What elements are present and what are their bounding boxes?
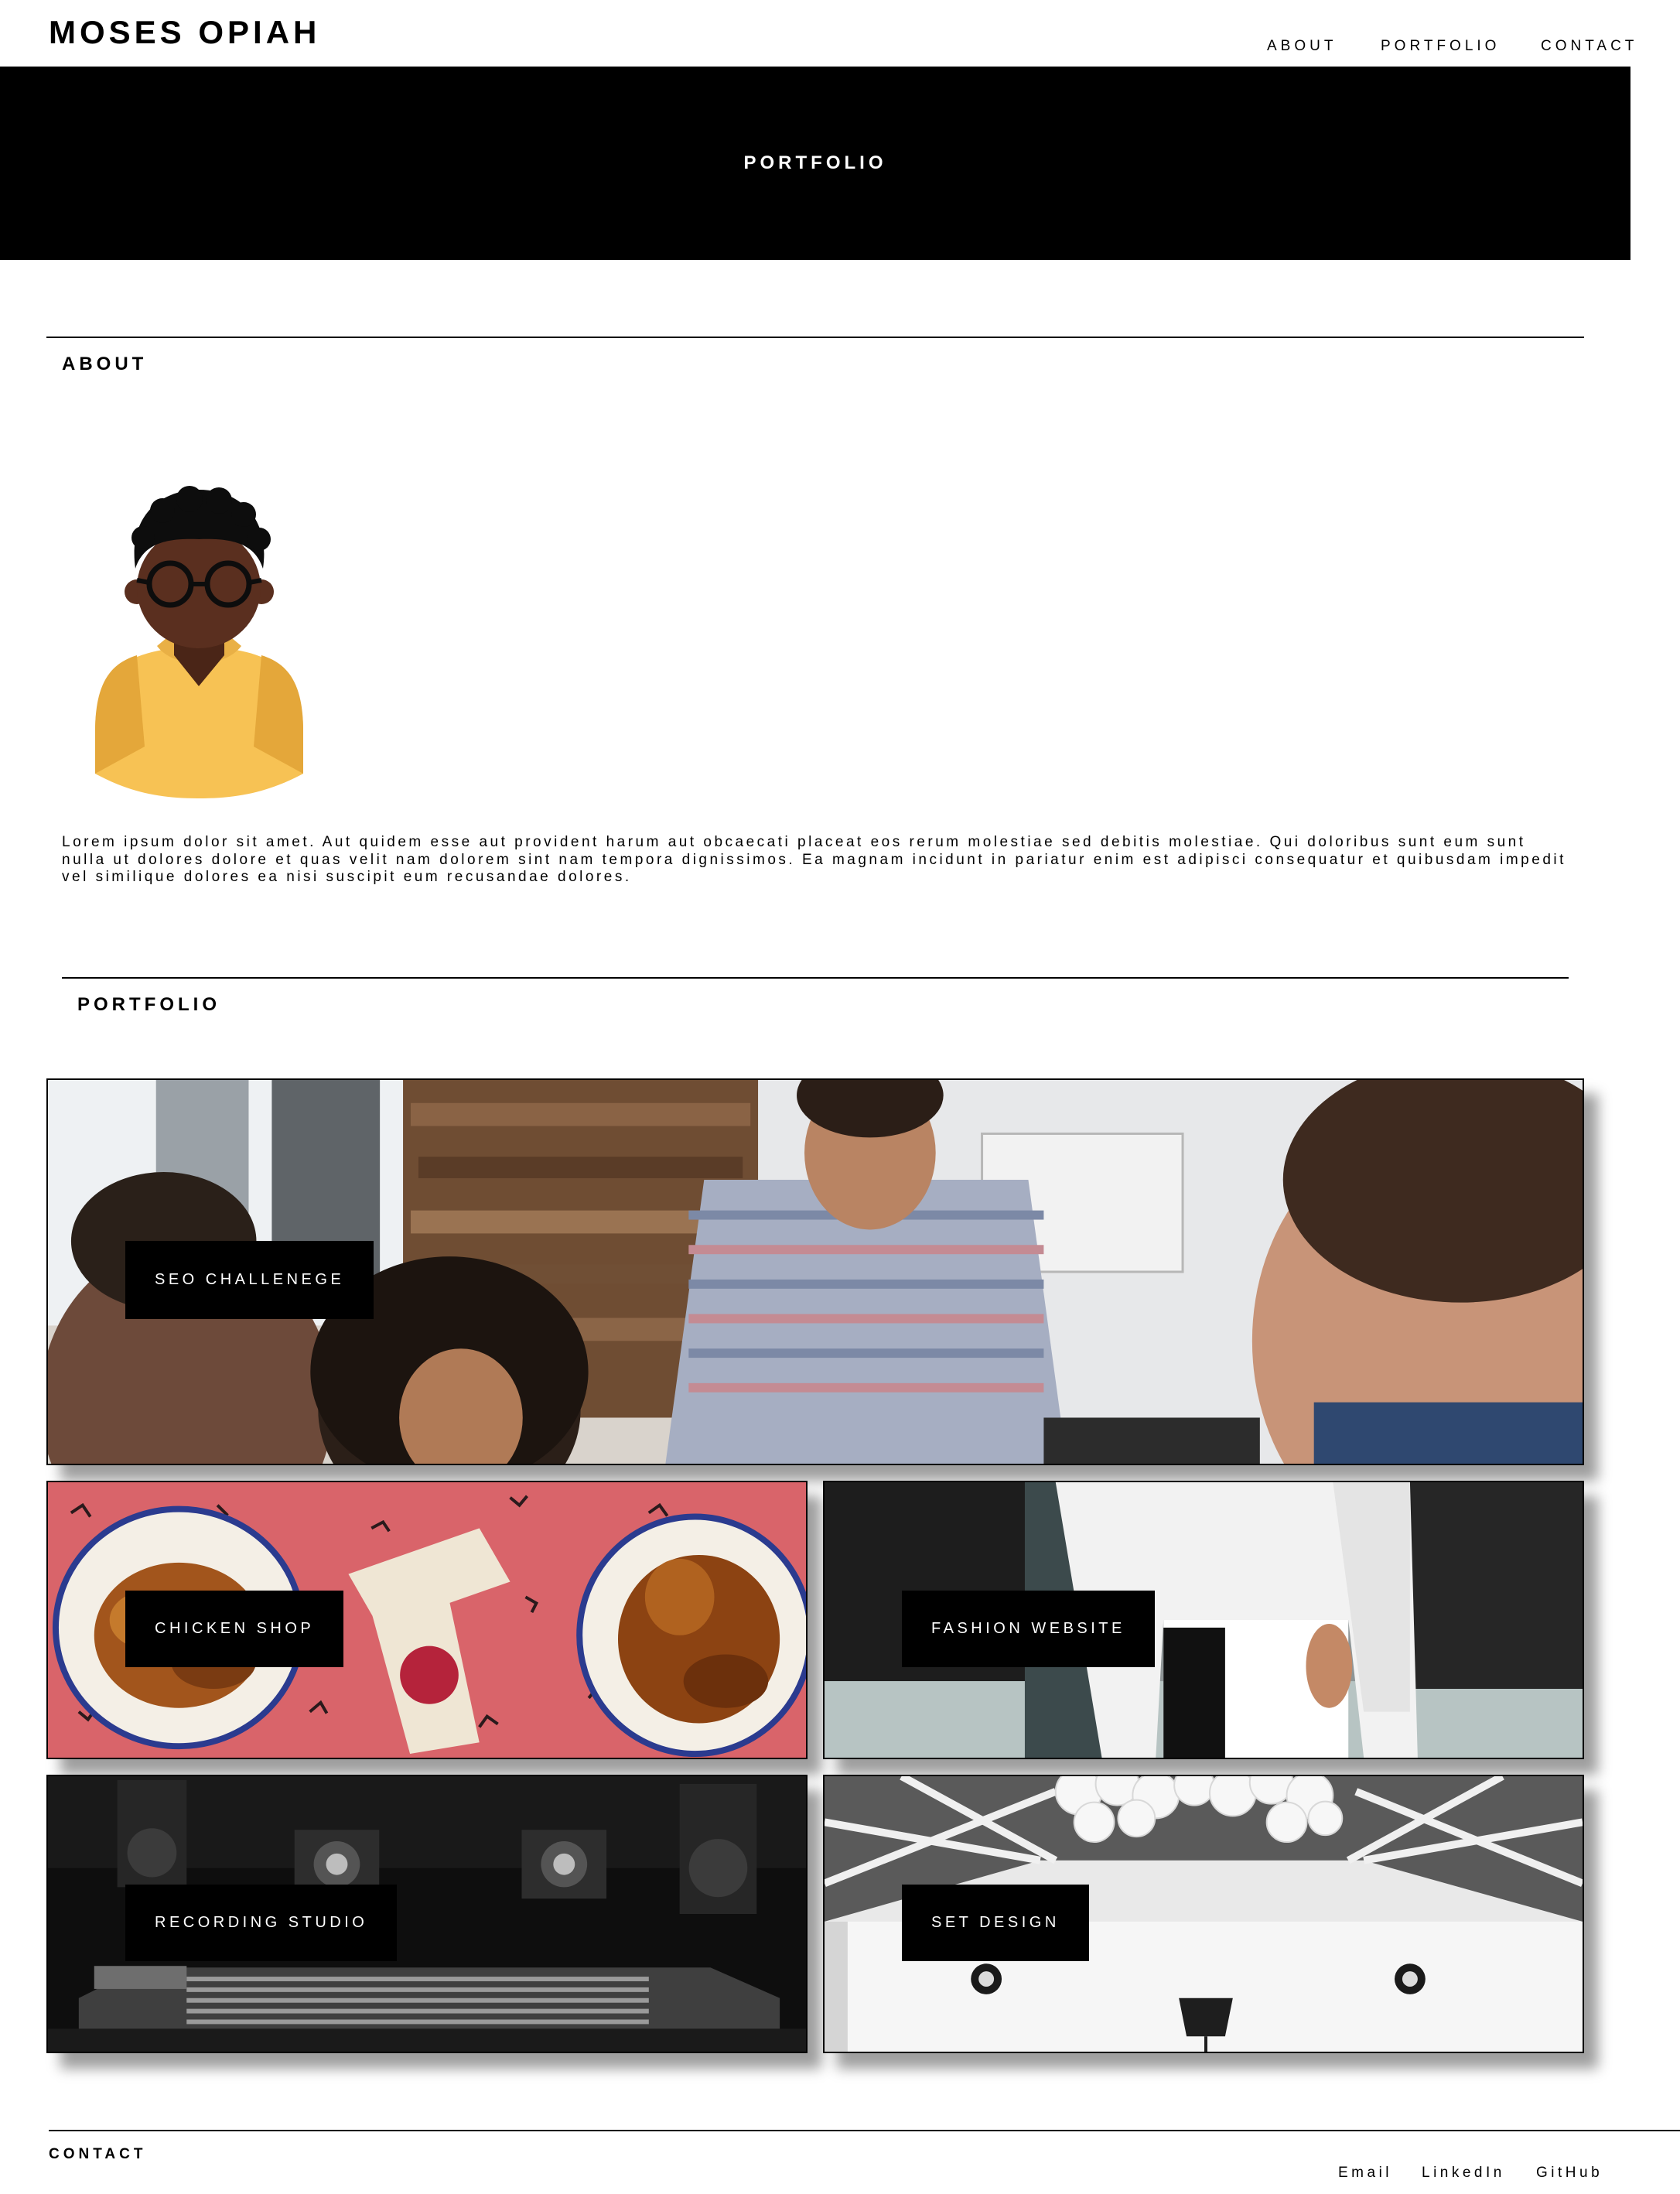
nav-about-link[interactable]: ABOUT: [1267, 37, 1337, 56]
project-tile-seo-challenge[interactable]: SEO CHALLENEGE: [46, 1078, 1584, 1465]
project-label-fashion-website[interactable]: FASHION WEBSITE: [902, 1591, 1155, 1667]
footer-email-link[interactable]: Email: [1338, 2164, 1392, 2182]
hero-title: PORTFOLIO: [743, 152, 887, 173]
site-title: MOSES OPIAH: [49, 14, 321, 50]
portfolio-heading: PORTFOLIO: [77, 994, 220, 1015]
contact-divider: [49, 2130, 1680, 2131]
portfolio-divider: [62, 977, 1569, 979]
about-heading: ABOUT: [62, 354, 148, 374]
hero-banner: PORTFOLIO: [0, 67, 1630, 260]
project-label-set-design[interactable]: SET DESIGN: [902, 1885, 1089, 1961]
project-label-chicken-shop[interactable]: CHICKEN SHOP: [125, 1591, 344, 1667]
person-avatar-icon: [89, 484, 309, 801]
nav-contact-link[interactable]: CONTACT: [1541, 37, 1637, 56]
nav-portfolio-link[interactable]: PORTFOLIO: [1381, 37, 1500, 56]
footer-github-link[interactable]: GitHub: [1536, 2164, 1603, 2182]
project-tile-chicken-shop[interactable]: CHICKEN SHOP: [46, 1481, 808, 1759]
contact-heading: CONTACT: [49, 2146, 147, 2162]
project-label-seo-challenge[interactable]: SEO CHALLENEGE: [125, 1241, 374, 1319]
project-tile-fashion-website[interactable]: FASHION WEBSITE: [823, 1481, 1584, 1759]
project-tile-recording-studio[interactable]: RECORDING STUDIO: [46, 1775, 808, 2053]
footer-linkedin-link[interactable]: LinkedIn: [1422, 2164, 1505, 2182]
about-paragraph: Lorem ipsum dolor sit amet. Aut quidem e…: [62, 834, 1566, 885]
project-label-recording-studio[interactable]: RECORDING STUDIO: [125, 1885, 398, 1961]
about-divider: [46, 337, 1584, 338]
project-tile-set-design[interactable]: SET DESIGN: [823, 1775, 1584, 2053]
